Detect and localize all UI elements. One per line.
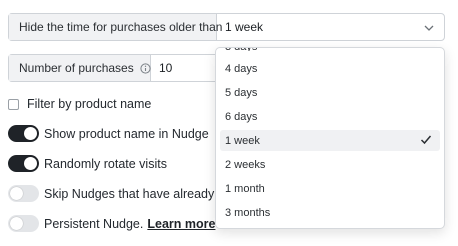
skip-nudges-label: Skip Nudges that have already: [44, 186, 215, 201]
hide-time-select[interactable]: Hide the time for purchases older than 1…: [8, 13, 445, 41]
toggle-row-randomly-rotate[interactable]: Randomly rotate visits: [8, 155, 167, 172]
dropdown-option[interactable]: 5 days: [220, 82, 440, 103]
persistent-nudge-toggle[interactable]: [8, 215, 39, 232]
show-product-name-label: Show product name in Nudge: [44, 126, 209, 141]
toggle-knob: [10, 187, 23, 200]
checkmark-icon: [420, 134, 432, 148]
hide-time-label: Hide the time for purchases older than: [9, 14, 222, 40]
number-of-purchases-field[interactable]: Number of purchases 10: [8, 54, 223, 82]
toggle-row-skip-nudges[interactable]: Skip Nudges that have already: [8, 185, 214, 202]
number-of-purchases-addon: Number of purchases: [9, 55, 151, 81]
dropdown-option[interactable]: 3 months: [220, 202, 440, 223]
filter-product-label: Filter by product name: [27, 97, 152, 111]
toggle-row-show-product-name[interactable]: Show product name in Nudge: [8, 125, 209, 142]
dropdown-option-selected[interactable]: 1 week: [220, 130, 440, 151]
info-icon: [140, 62, 151, 74]
learn-more-link[interactable]: Learn more: [147, 217, 215, 231]
number-of-purchases-label: Number of purchases: [19, 61, 134, 75]
skip-nudges-toggle[interactable]: [8, 185, 39, 202]
filter-product-row[interactable]: Filter by product name: [8, 96, 151, 112]
show-product-name-toggle[interactable]: [8, 125, 39, 142]
dropdown-option[interactable]: 4 days: [220, 58, 440, 79]
hide-time-value: 1 week: [225, 20, 264, 34]
chevron-down-icon: [424, 18, 434, 36]
toggle-knob: [10, 217, 23, 230]
dropdown-option[interactable]: 1 month: [220, 178, 440, 199]
number-of-purchases-input[interactable]: 10: [151, 55, 180, 81]
toggle-row-persistent-nudge[interactable]: Persistent Nudge. Learn more: [8, 215, 215, 232]
randomly-rotate-toggle[interactable]: [8, 155, 39, 172]
toggle-knob: [24, 127, 37, 140]
hide-time-dropdown-menu[interactable]: 3 days 4 days 5 days 6 days 1 week 2 wee…: [215, 47, 445, 229]
dropdown-option-label: 1 week: [225, 134, 260, 147]
dropdown-scroll-cutoff-item: 3 days: [225, 48, 257, 51]
filter-product-checkbox[interactable]: [8, 98, 19, 110]
dropdown-option[interactable]: 2 weeks: [220, 154, 440, 175]
dropdown-option[interactable]: 6 days: [220, 106, 440, 127]
persistent-nudge-label: Persistent Nudge.: [44, 216, 144, 231]
randomly-rotate-label: Randomly rotate visits: [44, 156, 167, 171]
toggle-knob: [24, 157, 37, 170]
